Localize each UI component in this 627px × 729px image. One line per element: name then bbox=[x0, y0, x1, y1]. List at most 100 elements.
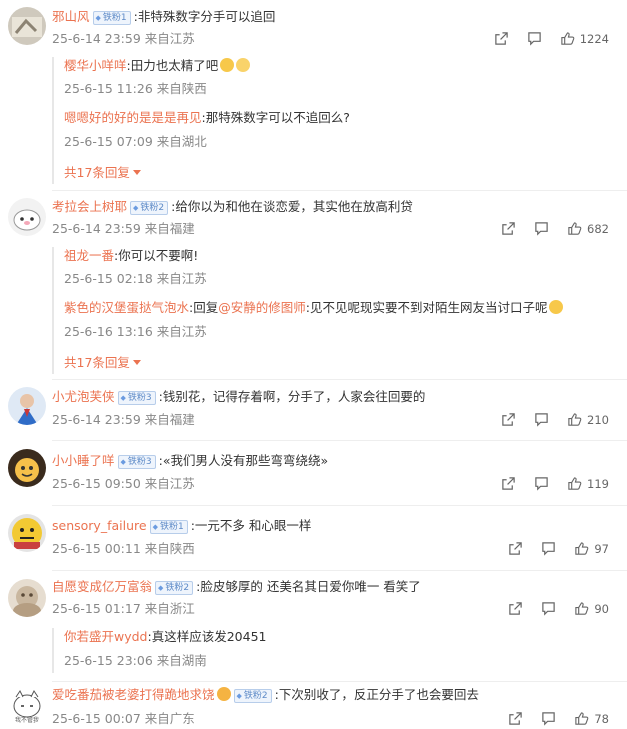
like-icon bbox=[574, 541, 589, 556]
share-icon bbox=[501, 476, 516, 491]
like-count: 97 bbox=[594, 541, 609, 556]
like-count: 682 bbox=[587, 221, 609, 236]
fan-badge: 铁粉2 bbox=[130, 201, 169, 215]
chevron-down-icon bbox=[132, 360, 141, 365]
cry-emoji-icon bbox=[549, 300, 564, 314]
divider bbox=[52, 681, 627, 682]
username[interactable]: 邪山风 bbox=[52, 9, 90, 24]
avatar[interactable] bbox=[8, 449, 46, 487]
like-button[interactable]: 1224 bbox=[560, 31, 609, 46]
reply-username[interactable]: 嗯嗯好的好的是是是再见 bbox=[64, 110, 202, 125]
comment-icon bbox=[534, 412, 549, 427]
comment-meta: 25-6-14 23:59 来自福建 bbox=[52, 221, 195, 236]
like-button[interactable]: 78 bbox=[574, 711, 609, 726]
share-button[interactable] bbox=[494, 31, 509, 46]
reply-username[interactable]: 樱华小咩咩 bbox=[64, 58, 127, 73]
comment-meta: 25-6-15 00:07 来自广东 bbox=[52, 711, 195, 726]
share-icon bbox=[508, 601, 523, 616]
comment-meta: 25-6-15 01:17 来自浙江 bbox=[52, 601, 195, 616]
fan-badge: 铁粉3 bbox=[117, 455, 156, 469]
avatar[interactable] bbox=[8, 579, 46, 617]
like-icon bbox=[574, 601, 589, 616]
share-button[interactable] bbox=[508, 711, 523, 726]
divider bbox=[52, 379, 627, 380]
avatar[interactable] bbox=[8, 387, 46, 425]
username[interactable]: 小小睡了咩 bbox=[52, 453, 115, 468]
like-icon bbox=[567, 412, 582, 427]
reply-box: 祖龙一番:你可以不要啊! 25-6-15 02:18 来自江苏 紫色的汉堡蛋挞气… bbox=[52, 247, 604, 374]
share-icon bbox=[508, 711, 523, 726]
comment-icon bbox=[541, 541, 556, 556]
comment-meta: 25-6-15 09:50 来自江苏 bbox=[52, 476, 195, 491]
share-button[interactable] bbox=[508, 601, 523, 616]
share-icon bbox=[494, 31, 509, 46]
share-button[interactable] bbox=[501, 221, 516, 236]
comment-button[interactable] bbox=[534, 476, 549, 491]
avatar[interactable] bbox=[8, 7, 46, 45]
comment-text: :脸皮够厚的 还美名其日爱你唯一 看笑了 bbox=[196, 579, 421, 594]
reply-meta: 25-6-15 11:26 来自陕西 bbox=[64, 81, 207, 96]
comment-button[interactable] bbox=[527, 31, 542, 46]
avatar[interactable] bbox=[8, 198, 46, 236]
avatar[interactable]: 我不管我 bbox=[8, 687, 46, 725]
fan-badge: 铁粉1 bbox=[92, 11, 131, 25]
comment-list: 邪山风铁粉1:非特殊数字分手可以追回 25-6-14 23:59 来自江苏 12… bbox=[0, 0, 627, 729]
comment-meta: 25-6-15 00:11 来自陕西 bbox=[52, 541, 195, 556]
scared-emoji-icon bbox=[220, 58, 235, 72]
comment-button[interactable] bbox=[541, 601, 556, 616]
comment-text: :一元不多 和心眼一样 bbox=[190, 518, 312, 533]
more-replies-link[interactable]: 共17条回复 bbox=[64, 352, 141, 371]
comment-meta: 25-6-14 23:59 来自江苏 bbox=[52, 31, 195, 46]
reply-text: :那特殊数字可以不追回么? bbox=[201, 110, 350, 125]
reply-meta: 25-6-16 13:16 来自江苏 bbox=[64, 324, 207, 339]
divider bbox=[52, 570, 627, 571]
reply-box: 你若盛开wydd:真这样应该发20451 25-6-15 23:06 来自湖南 bbox=[52, 628, 604, 673]
comment-icon bbox=[534, 221, 549, 236]
crown-emoji-icon bbox=[216, 687, 231, 701]
comment-button[interactable] bbox=[534, 221, 549, 236]
like-count: 210 bbox=[587, 412, 609, 427]
like-button[interactable]: 682 bbox=[567, 221, 609, 236]
mention-link[interactable]: @安静的修图师 bbox=[218, 300, 306, 315]
comment-button[interactable] bbox=[541, 541, 556, 556]
comment-text: :非特殊数字分手可以追回 bbox=[133, 9, 276, 24]
reply-username[interactable]: 祖龙一番 bbox=[64, 248, 114, 263]
like-button[interactable]: 119 bbox=[567, 476, 609, 491]
like-count: 90 bbox=[594, 601, 609, 616]
username[interactable]: 爱吃番茄被老婆打得跪地求饶 bbox=[52, 687, 215, 702]
share-icon bbox=[508, 541, 523, 556]
comment-icon bbox=[541, 711, 556, 726]
share-icon bbox=[501, 412, 516, 427]
username[interactable]: 小尤泡芙侠 bbox=[52, 389, 115, 404]
share-button[interactable] bbox=[501, 412, 516, 427]
reply-username[interactable]: 你若盛开wydd bbox=[64, 629, 148, 644]
reply-username[interactable]: 紫色的汉堡蛋挞气泡水 bbox=[64, 300, 189, 315]
share-button[interactable] bbox=[501, 476, 516, 491]
like-icon bbox=[574, 711, 589, 726]
comment-button[interactable] bbox=[534, 412, 549, 427]
reply-text: :见不见呢现实要不到对陌生网友当讨口子呢 bbox=[305, 300, 548, 315]
username[interactable]: 考拉会上树耶 bbox=[52, 199, 127, 214]
comment-icon bbox=[534, 476, 549, 491]
comment-text: :«我们男人没有那些弯弯绕绕» bbox=[158, 453, 329, 468]
like-icon bbox=[560, 31, 575, 46]
avatar[interactable] bbox=[8, 514, 46, 552]
shy-emoji-icon bbox=[236, 58, 251, 72]
comment-text: :给你以为和他在谈恋爱，其实他在放高利贷 bbox=[171, 199, 413, 214]
username[interactable]: sensory_failure bbox=[52, 518, 147, 533]
like-icon bbox=[567, 476, 582, 491]
username[interactable]: 自愿变成亿万富翁 bbox=[52, 579, 152, 594]
more-replies-link[interactable]: 共17条回复 bbox=[64, 162, 141, 181]
like-count: 1224 bbox=[579, 31, 609, 46]
reply-box: 樱华小咩咩:田力也太精了吧 25-6-15 11:26 来自陕西 嗯嗯好的好的是… bbox=[52, 57, 604, 184]
like-button[interactable]: 97 bbox=[574, 541, 609, 556]
like-button[interactable]: 90 bbox=[574, 601, 609, 616]
like-button[interactable]: 210 bbox=[567, 412, 609, 427]
chevron-down-icon bbox=[132, 170, 141, 175]
reply-meta: 25-6-15 07:09 来自湖北 bbox=[64, 134, 207, 149]
reply-text: :田力也太精了吧 bbox=[126, 58, 219, 73]
share-button[interactable] bbox=[508, 541, 523, 556]
fan-badge: 铁粉2 bbox=[233, 689, 272, 703]
reply-meta: 25-6-15 23:06 来自湖南 bbox=[64, 653, 207, 668]
comment-button[interactable] bbox=[541, 711, 556, 726]
